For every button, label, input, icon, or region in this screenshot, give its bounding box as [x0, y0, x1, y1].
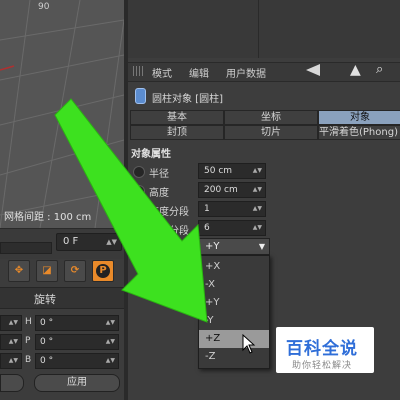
viewport[interactable] — [0, 0, 124, 228]
move-icon: ✥ — [14, 265, 24, 276]
coord-label-h: H — [25, 317, 32, 327]
mouse-cursor-icon — [242, 334, 256, 354]
radius-value: 50 cm — [204, 166, 233, 176]
height-field[interactable]: 200 cm ▲▼ — [198, 182, 266, 198]
watermark-subtitle: 助你轻松解决 — [292, 361, 353, 371]
section-title: 对象属性 — [131, 149, 171, 160]
option-label: +Y — [205, 297, 220, 308]
stepper-icon[interactable]: ▲▼ — [253, 202, 262, 216]
p-label: P — [96, 264, 110, 278]
option-label: +Z — [205, 333, 221, 344]
orientation-animate-radio[interactable] — [133, 241, 145, 253]
rotation-segments-label: 旋转分段 — [149, 226, 189, 237]
radius-animate-radio[interactable] — [133, 166, 145, 178]
move-tool-button[interactable]: ✥ — [8, 260, 30, 282]
rotation-b-field[interactable]: 0 ° ▲▼ — [35, 353, 119, 369]
option-minus-x[interactable]: -X — [199, 276, 269, 294]
height-segments-animate-radio[interactable] — [133, 204, 145, 216]
current-frame-value: 0 F — [63, 236, 79, 247]
orientation-label: 方向 — [149, 244, 169, 255]
apply-button[interactable]: 应用 — [34, 374, 120, 392]
option-plus-z[interactable]: +Z — [199, 330, 269, 348]
option-label: -Z — [205, 351, 216, 362]
stepper-icon[interactable]: ▲▼ — [9, 316, 18, 330]
grip-icon[interactable] — [133, 66, 143, 76]
tab-slice[interactable]: 切片 — [224, 125, 318, 140]
viewport-grid — [0, 0, 124, 228]
left-field[interactable]: ▲▼ — [0, 315, 22, 331]
tab-phong[interactable]: 平滑着色(Phong) — [318, 125, 400, 140]
pointer-up-icon[interactable]: ▲ — [350, 62, 361, 78]
stepper-icon[interactable]: ▲▼ — [253, 183, 262, 197]
watermark-title: 百科全说 — [286, 339, 358, 359]
menu-edit[interactable]: 编辑 — [189, 65, 209, 80]
stepper-icon[interactable]: ▲▼ — [253, 221, 262, 235]
divider — [258, 0, 259, 58]
option-minus-z[interactable]: -Z — [199, 348, 269, 366]
option-plus-y[interactable]: +Y — [199, 294, 269, 312]
rotation-h-field[interactable]: 0 ° ▲▼ — [35, 315, 119, 331]
rotate-icon: ⟳ — [70, 265, 80, 276]
rotation-h-value: 0 ° — [40, 318, 54, 328]
option-label: -Y — [205, 315, 214, 326]
radius-label: 半径 — [149, 169, 169, 180]
stepper-icon[interactable]: ▲▼ — [106, 354, 115, 368]
coordinates-header — [0, 287, 124, 309]
object-title: 圆柱对象 [圆柱] — [152, 94, 223, 105]
coord-label-p: P — [25, 336, 31, 346]
rotation-segments-animate-radio[interactable] — [133, 223, 145, 235]
orientation-value: +Y — [205, 241, 220, 252]
option-label: +X — [205, 261, 221, 272]
left-field[interactable]: ▲▼ — [0, 353, 22, 369]
left-field[interactable]: ▲▼ — [0, 334, 22, 350]
stepper-icon[interactable]: ▲▼ — [253, 164, 262, 178]
menu-mode[interactable]: 模式 — [152, 65, 172, 80]
stepper-icon[interactable]: ▲▼ — [106, 316, 115, 330]
height-value: 200 cm — [204, 185, 238, 195]
height-label: 高度 — [149, 188, 169, 199]
coordinate-mode-dropdown[interactable] — [0, 374, 24, 392]
tab-basic[interactable]: 基本 — [130, 110, 224, 125]
object-manager[interactable] — [128, 0, 400, 58]
stepper-icon[interactable]: ▲▼ — [106, 335, 115, 349]
radius-field[interactable]: 50 cm ▲▼ — [198, 163, 266, 179]
menu-user-data[interactable]: 用户数据 — [226, 65, 266, 80]
stepper-icon[interactable]: ▲▼ — [9, 335, 18, 349]
rotation-p-field[interactable]: 0 ° ▲▼ — [35, 334, 119, 350]
search-icon[interactable]: ⌕ — [376, 62, 383, 77]
current-frame-field[interactable]: 0 F ▲▼ — [56, 233, 122, 251]
tab-object[interactable]: 对象 — [318, 110, 400, 125]
chevron-down-icon: ▼ — [258, 242, 265, 251]
rotation-header: 旋转 — [34, 293, 56, 306]
option-plus-x[interactable]: +X — [199, 258, 269, 276]
stepper-icon[interactable]: ▲▼ — [9, 354, 18, 368]
height-animate-radio[interactable] — [133, 185, 145, 197]
timeline-track[interactable] — [0, 242, 52, 254]
scale-tool-button[interactable]: ◪ — [36, 260, 58, 282]
grid-spacing-label: 网格间距 : 100 cm — [4, 212, 92, 223]
orientation-select[interactable]: +Y ▼ — [198, 238, 270, 255]
rotation-b-value: 0 ° — [40, 356, 54, 366]
back-arrow-icon[interactable] — [306, 64, 320, 76]
rotate-tool-button[interactable]: ⟳ — [64, 260, 86, 282]
scale-icon: ◪ — [42, 265, 52, 276]
rotation-segments-value: 6 — [204, 223, 210, 233]
height-segments-value: 1 — [204, 204, 210, 214]
orientation-dropdown-menu: +X -X +Y -Y +Z -Z — [198, 255, 270, 369]
height-segments-label: 高度分段 — [149, 207, 189, 218]
tab-coordinates[interactable]: 坐标 — [224, 110, 318, 125]
coord-label-b: B — [25, 355, 32, 365]
p-tool-button[interactable]: P — [92, 260, 114, 282]
tab-caps[interactable]: 封顶 — [130, 125, 224, 140]
timeline-frame-marker: 90 — [38, 2, 50, 12]
stepper-icon[interactable]: ▲▼ — [106, 234, 117, 250]
option-label: -X — [205, 279, 215, 290]
cylinder-object-icon — [135, 88, 146, 104]
option-minus-y[interactable]: -Y — [199, 312, 269, 330]
rotation-segments-field[interactable]: 6 ▲▼ — [198, 220, 266, 236]
height-segments-field[interactable]: 1 ▲▼ — [198, 201, 266, 217]
rotation-p-value: 0 ° — [40, 337, 54, 347]
